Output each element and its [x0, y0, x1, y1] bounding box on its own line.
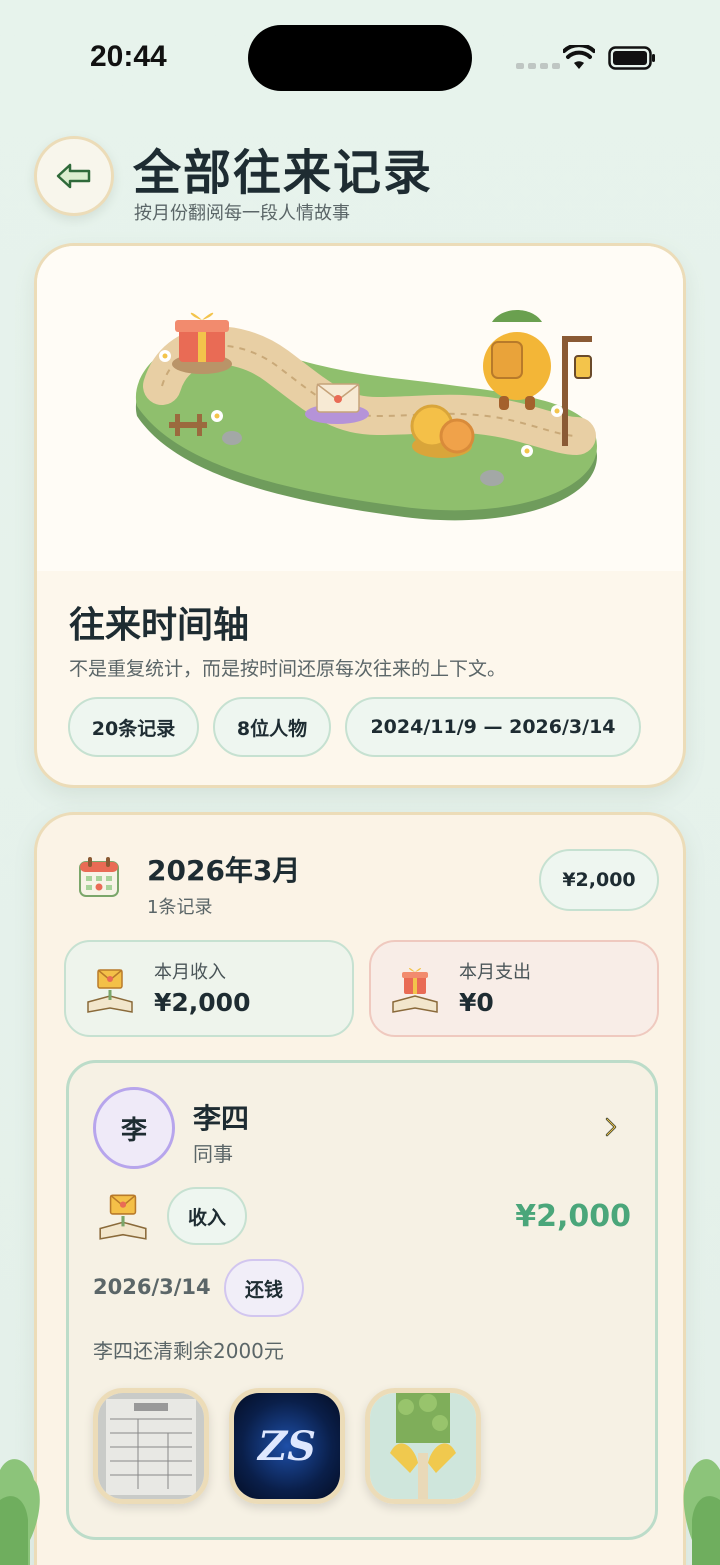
people-count-chip: 8位人物	[213, 697, 331, 757]
attachment-thumbnail-logo[interactable]: ZS	[229, 1388, 345, 1504]
person-name: 李四	[193, 1102, 250, 1135]
back-arrow-icon	[56, 163, 91, 189]
income-label: 本月收入	[154, 962, 226, 983]
record-count-chip: 20条记录	[68, 697, 199, 757]
back-button[interactable]	[34, 136, 114, 216]
person-role: 同事	[193, 1142, 233, 1166]
avatar: 李	[93, 1087, 175, 1169]
month-total-badge: ¥2,000	[539, 849, 659, 911]
month-income-box: 本月收入 ¥2,000	[64, 940, 354, 1037]
status-time: 20:44	[90, 40, 167, 73]
timeline-hero-card: 往来时间轴 不是重复统计，而是按时间还原每次往来的上下文。 20条记录 8位人物…	[34, 243, 686, 788]
expense-value: ¥0	[459, 988, 494, 1017]
wifi-icon	[563, 45, 595, 69]
page-subtitle: 按月份翻阅每一段人情故事	[134, 203, 350, 224]
record-card[interactable]: 李 李四 同事 收入 ¥2,000 2026/3/14 还钱 李四还清剩余200…	[66, 1060, 658, 1540]
income-value: ¥2,000	[154, 988, 251, 1017]
income-envelope-icon	[99, 1194, 147, 1240]
record-category-tag: 还钱	[224, 1259, 304, 1317]
dynamic-island	[248, 25, 472, 91]
logo-text: ZS	[257, 1422, 317, 1470]
bush-decoration-left	[0, 1459, 40, 1565]
record-note: 李四还清剩余2000元	[93, 1339, 284, 1363]
expense-label: 本月支出	[459, 962, 531, 983]
attachment-thumbnail-document[interactable]	[93, 1388, 209, 1504]
record-date: 2026/3/14	[93, 1275, 211, 1299]
expense-gift-icon	[392, 967, 438, 1013]
attachment-thumbnail-photo[interactable]	[365, 1388, 481, 1504]
record-type-tag: 收入	[167, 1187, 247, 1245]
timeline-title: 往来时间轴	[69, 605, 250, 646]
battery-icon	[608, 46, 655, 70]
page-title: 全部往来记录	[133, 145, 434, 201]
timeline-description: 不是重复统计，而是按时间还原每次往来的上下文。	[69, 658, 507, 680]
income-envelope-icon	[87, 969, 133, 1013]
bush-decoration-right	[683, 1459, 720, 1565]
timeline-illustration	[37, 246, 683, 571]
month-expense-box: 本月支出 ¥0	[369, 940, 659, 1037]
signal-icon	[516, 63, 560, 69]
status-bar: 20:44	[0, 0, 720, 110]
month-title: 2026年3月	[147, 854, 301, 887]
month-group-card: 2026年3月 1条记录 ¥2,000 本月收入 ¥2,000 本月支出 ¥0 …	[34, 812, 686, 1565]
record-amount: ¥2,000	[515, 1199, 631, 1234]
date-range-chip: 2024/11/9 — 2026/3/14	[345, 697, 641, 757]
chevron-right-icon[interactable]	[601, 1115, 621, 1139]
calendar-icon	[79, 857, 119, 897]
month-record-count: 1条记录	[147, 897, 213, 918]
